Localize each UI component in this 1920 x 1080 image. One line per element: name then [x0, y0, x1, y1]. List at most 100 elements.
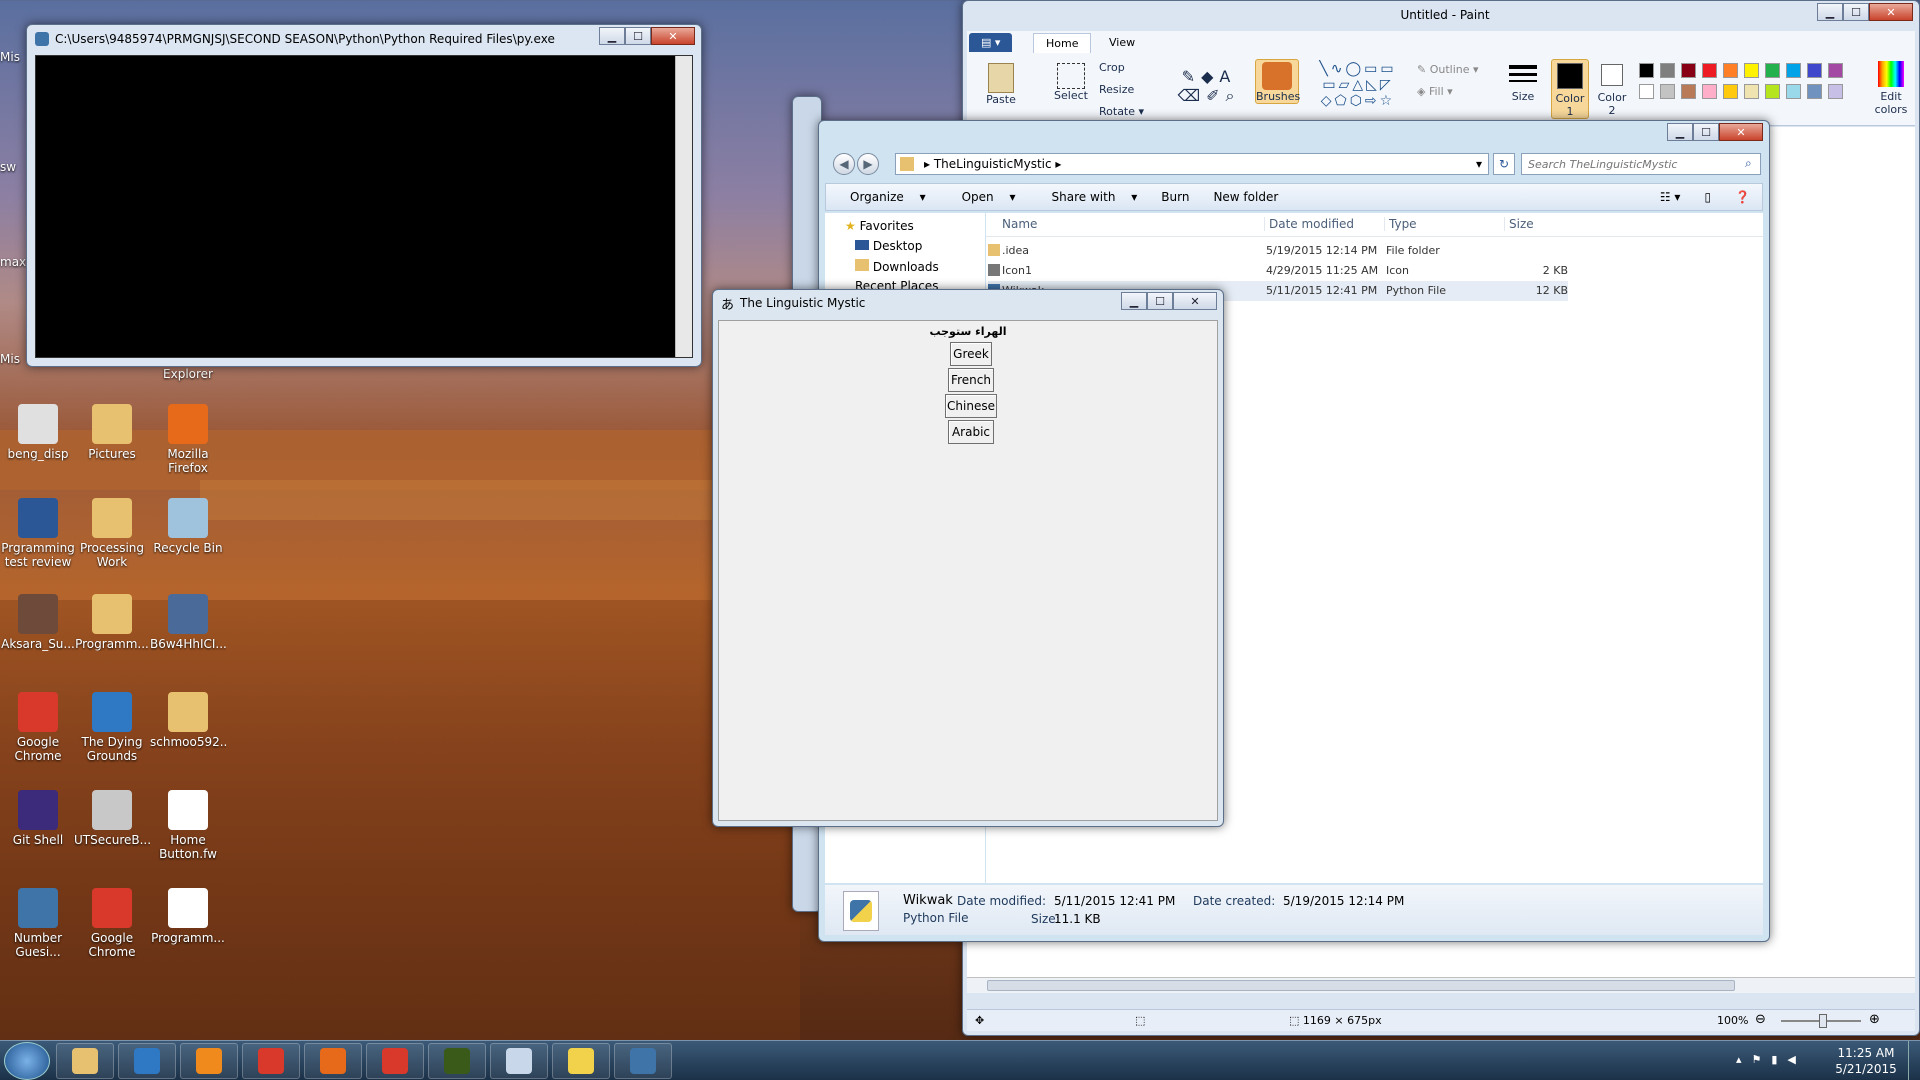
- address-dropdown-icon[interactable]: ▾: [1476, 154, 1482, 174]
- desktop-icon-item[interactable]: Prgramming test review: [0, 498, 76, 569]
- palette-swatch[interactable]: [1786, 63, 1801, 78]
- organize-button[interactable]: Organize ▾: [826, 190, 938, 204]
- close-button[interactable]: ✕: [1869, 3, 1913, 21]
- file-row[interactable]: Icon1 4/29/2015 11:25 AM Icon 2 KB: [988, 261, 1568, 281]
- minimize-button[interactable]: ▁: [1667, 123, 1693, 141]
- horizontal-scrollbar[interactable]: [967, 977, 1915, 993]
- scrollbar-thumb[interactable]: [987, 980, 1735, 991]
- french-button[interactable]: French: [948, 368, 994, 392]
- greek-button[interactable]: Greek: [950, 342, 992, 366]
- desktop-icon-item[interactable]: Home Button.fw: [150, 790, 226, 861]
- address-bar[interactable]: ▸ TheLinguisticMystic ▸ ▾: [895, 153, 1489, 175]
- start-button[interactable]: [4, 1042, 50, 1080]
- desktop-icon-item[interactable]: B6w4HhICI...: [150, 594, 226, 651]
- close-button[interactable]: ✕: [651, 27, 695, 45]
- views-button[interactable]: ☷ ▾: [1648, 190, 1693, 204]
- taskbar-chrome-button[interactable]: [242, 1043, 300, 1079]
- select-button[interactable]: Select: [1051, 63, 1091, 102]
- palette-swatch[interactable]: [1786, 84, 1801, 99]
- desktop-icon-item[interactable]: Number Guesi...: [0, 888, 76, 959]
- desktop-icon-item[interactable]: Pictures: [74, 404, 150, 461]
- help-icon[interactable]: ❓: [1723, 190, 1762, 204]
- nav-desktop[interactable]: Desktop: [855, 239, 922, 253]
- breadcrumb[interactable]: TheLinguisticMystic: [934, 157, 1052, 171]
- palette-swatch[interactable]: [1639, 84, 1654, 99]
- chinese-button[interactable]: Chinese: [945, 394, 997, 418]
- partial-icon-label[interactable]: Explorer: [150, 367, 226, 381]
- shapes-gallery[interactable]: ╲∿◯▭▭ ▭▱△◺◸ ◇⬠⬡⇨☆: [1313, 61, 1403, 113]
- console-scrollbar[interactable]: [675, 56, 692, 357]
- fill-button[interactable]: ◈ Fill ▾: [1417, 85, 1453, 98]
- taskbar-dreamweaver-button[interactable]: [428, 1043, 486, 1079]
- column-size[interactable]: Size: [1504, 217, 1534, 231]
- open-button[interactable]: Open ▾: [938, 190, 1028, 204]
- search-icon[interactable]: ⌕: [1745, 156, 1752, 171]
- palette-swatch[interactable]: [1660, 84, 1675, 99]
- color1-button[interactable]: Color 1: [1551, 59, 1589, 119]
- desktop-icon-item[interactable]: Programm...: [74, 594, 150, 651]
- taskbar-paint-button[interactable]: [490, 1043, 548, 1079]
- arabic-button[interactable]: Arabic: [948, 420, 994, 444]
- resize-button[interactable]: Resize: [1099, 83, 1134, 96]
- refresh-button[interactable]: ↻: [1493, 153, 1515, 175]
- tray-icons[interactable]: ▴⚑▮◀: [1736, 1053, 1806, 1066]
- minimize-button[interactable]: ▁: [1817, 3, 1843, 21]
- taskbar-media-button[interactable]: [180, 1043, 238, 1079]
- maximize-button[interactable]: ☐: [1693, 123, 1719, 141]
- desktop-icon-item[interactable]: Google Chrome: [74, 888, 150, 959]
- palette-swatch[interactable]: [1765, 63, 1780, 78]
- maximize-button[interactable]: ☐: [1147, 292, 1173, 310]
- palette-swatch[interactable]: [1765, 84, 1780, 99]
- paint-titlebar[interactable]: Untitled - Paint: [963, 1, 1919, 29]
- desktop-icon-item[interactable]: UTSecureB...: [74, 790, 150, 847]
- palette-swatch[interactable]: [1744, 84, 1759, 99]
- taskbar-firefox-button[interactable]: [304, 1043, 362, 1079]
- nav-downloads[interactable]: Downloads: [855, 259, 939, 274]
- desktop-icon-item[interactable]: Google Chrome: [0, 692, 76, 763]
- color-palette[interactable]: [1639, 63, 1851, 107]
- paste-button[interactable]: Paste: [981, 63, 1021, 106]
- desktop-icon-item[interactable]: Aksara_Su...: [0, 594, 76, 651]
- file-row[interactable]: .idea 5/19/2015 12:14 PM File folder: [988, 241, 1568, 261]
- palette-swatch[interactable]: [1681, 63, 1696, 78]
- preview-pane-button[interactable]: ▯: [1692, 190, 1723, 204]
- palette-swatch[interactable]: [1744, 63, 1759, 78]
- search-input[interactable]: [1521, 153, 1761, 175]
- minimize-button[interactable]: ▁: [1121, 292, 1147, 310]
- desktop-icon-item[interactable]: beng_disp: [0, 404, 76, 461]
- outline-button[interactable]: ✎ Outline ▾: [1417, 63, 1479, 76]
- palette-swatch[interactable]: [1828, 63, 1843, 78]
- back-button[interactable]: ◀: [833, 153, 855, 175]
- column-date[interactable]: Date modified: [1264, 217, 1354, 231]
- column-name[interactable]: Name: [1002, 217, 1037, 231]
- zoom-in-button[interactable]: ⊕: [1869, 1012, 1880, 1027]
- clock[interactable]: 11:25 AM 5/21/2015: [1830, 1045, 1902, 1077]
- desktop-icon-item[interactable]: The Dying Grounds: [74, 692, 150, 763]
- taskbar-b-app-button[interactable]: [366, 1043, 424, 1079]
- desktop-icon-item[interactable]: Git Shell: [0, 790, 76, 847]
- rotate-button[interactable]: Rotate ▾: [1099, 105, 1144, 118]
- maximize-button[interactable]: ☐: [625, 27, 651, 45]
- burn-button[interactable]: Burn: [1149, 190, 1201, 204]
- column-type[interactable]: Type: [1384, 217, 1417, 231]
- taskbar-explorer-button[interactable]: [56, 1043, 114, 1079]
- forward-button[interactable]: ▶: [857, 153, 879, 175]
- brushes-button[interactable]: Brushes: [1255, 59, 1300, 104]
- new-folder-button[interactable]: New folder: [1201, 190, 1290, 204]
- palette-swatch[interactable]: [1639, 63, 1654, 78]
- palette-swatch[interactable]: [1723, 84, 1738, 99]
- tab-home[interactable]: Home: [1033, 33, 1092, 53]
- palette-swatch[interactable]: [1702, 63, 1717, 78]
- taskbar-python-button[interactable]: [552, 1043, 610, 1079]
- minimize-button[interactable]: ▁: [599, 27, 625, 45]
- close-button[interactable]: ✕: [1173, 292, 1217, 310]
- palette-swatch[interactable]: [1807, 63, 1822, 78]
- desktop-icon-item[interactable]: Mozilla Firefox: [150, 404, 226, 475]
- tab-view[interactable]: View: [1097, 33, 1147, 52]
- palette-swatch[interactable]: [1681, 84, 1696, 99]
- edit-colors-button[interactable]: Edit colors: [1869, 61, 1913, 116]
- desktop-icon-item[interactable]: Recycle Bin: [150, 498, 226, 555]
- maximize-button[interactable]: ☐: [1843, 3, 1869, 21]
- taskbar-python-console-button[interactable]: [614, 1043, 672, 1079]
- paint-menu-button[interactable]: ▤ ▾: [969, 33, 1013, 52]
